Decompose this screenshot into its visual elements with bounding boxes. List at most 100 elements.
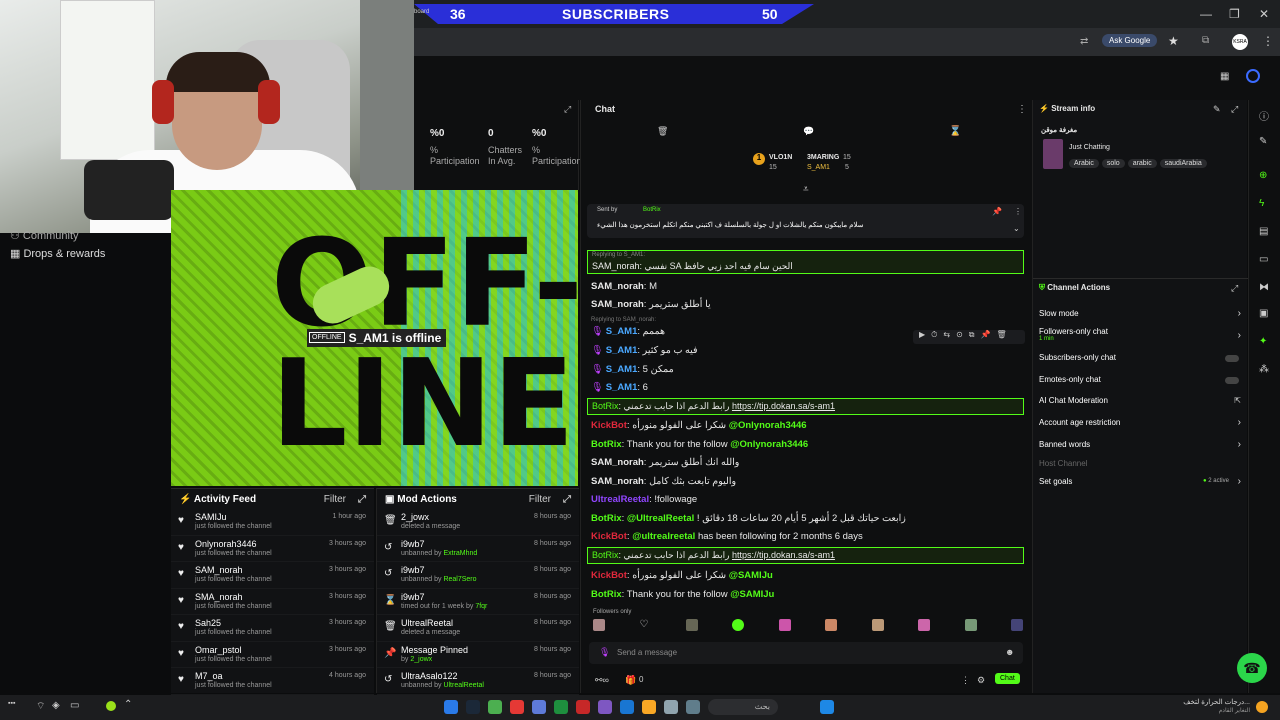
tray-app-icon[interactable] [106, 701, 116, 711]
chat-icon[interactable]: ▭ [1259, 254, 1268, 265]
extensions-icon[interactable]: ⧉ [1202, 35, 1209, 46]
expand-icon[interactable]: ⤢ [564, 104, 571, 115]
emoji-icon[interactable]: ☻ [1005, 647, 1014, 657]
battery-icon[interactable]: ▭ [70, 700, 79, 711]
expand-icon[interactable]: ⤢ [358, 494, 366, 505]
category-name[interactable]: Just Chatting [1069, 144, 1110, 151]
volume-icon[interactable]: ◈ [52, 700, 60, 711]
mod-filter-button[interactable]: Filter [529, 494, 551, 505]
mod-name[interactable]: i9wb7 [401, 539, 425, 549]
category-thumbnail[interactable] [1043, 139, 1063, 169]
chevron-down-icon[interactable]: ⌄ [1013, 224, 1020, 233]
nav-community[interactable]: ⚇ Community [10, 229, 79, 242]
emote-icon[interactable] [871, 619, 884, 631]
tip-link[interactable]: https://tip.dokan.sa/s-am1 [732, 401, 835, 411]
activity-name[interactable]: Sah25 [195, 618, 221, 628]
expand-icon[interactable]: ⤢ [563, 494, 571, 505]
document-icon[interactable]: ▤ [1259, 226, 1268, 237]
infinity-icon[interactable]: ⚯∞ [595, 675, 609, 686]
message-input[interactable]: 🎙 Send a message ☻ [589, 642, 1023, 664]
app-icon[interactable] [598, 700, 612, 714]
status-icon[interactable] [1246, 69, 1260, 83]
app-icon[interactable] [576, 700, 590, 714]
mod-name[interactable]: UltraAsalo122 [401, 671, 458, 681]
activity-name[interactable]: Omar_pstol [195, 645, 242, 655]
mod-name[interactable]: UltrealReetal [401, 618, 453, 628]
browser-menu-icon[interactable]: ⋮ [1262, 34, 1274, 48]
tag[interactable]: solo [1101, 159, 1125, 168]
emote-icon[interactable] [685, 619, 698, 631]
external-link-icon[interactable]: ⇱ [1234, 396, 1241, 405]
chat-bubble-icon[interactable]: 💬 [803, 126, 814, 137]
slow-mode-label[interactable]: Slow mode [1039, 309, 1079, 318]
gear-icon[interactable]: ⚙ [977, 675, 985, 686]
profile-avatar[interactable]: KSRA [1232, 34, 1248, 50]
bookmark-star-icon[interactable]: ★ [1168, 34, 1179, 48]
steam-icon[interactable] [466, 700, 480, 714]
mod-name[interactable]: Message Pinned [401, 645, 468, 655]
chrome-icon[interactable] [444, 700, 458, 714]
chevron-right-icon[interactable]: › [1238, 476, 1241, 487]
account-age-label[interactable]: Account age restriction [1039, 418, 1120, 427]
wrench-icon[interactable]: ✦ [1259, 336, 1267, 347]
expand-icon[interactable]: ⤢ [1231, 283, 1238, 294]
activity-name[interactable]: Onlynorah3446 [195, 539, 257, 549]
mod-name[interactable]: i9wb7 [401, 592, 425, 602]
keyboard-icon[interactable]: ▦ [1220, 71, 1229, 82]
weather-news[interactable]: درجات الحرارة لتخف... [1180, 698, 1250, 706]
activity-name[interactable]: SMA_norah [195, 592, 243, 602]
chevron-right-icon[interactable]: › [1238, 439, 1241, 450]
subscribers-only-toggle[interactable] [1225, 355, 1239, 362]
activity-name[interactable]: M7_oa [195, 671, 223, 681]
clipboard-icon[interactable]: ▣ [1259, 308, 1268, 319]
file-explorer-icon[interactable] [642, 700, 656, 714]
chat-send-button[interactable]: Chat [995, 673, 1020, 684]
emotes-only-toggle[interactable] [1225, 377, 1239, 384]
chevron-up-icon[interactable]: ⌃ [124, 699, 132, 710]
hourglass-icon[interactable]: ⌛ [949, 126, 961, 137]
emote-icon[interactable] [778, 619, 791, 631]
maximize-button[interactable]: ❐ [1229, 7, 1240, 21]
support-chat-icon[interactable]: ☎ [1237, 653, 1267, 683]
chevron-right-icon[interactable]: › [1238, 417, 1241, 428]
emote-icon[interactable] [918, 619, 931, 631]
ai-moderation-label[interactable]: AI Chat Moderation [1039, 396, 1108, 405]
app-icon[interactable] [664, 700, 678, 714]
emote-icon[interactable] [964, 619, 977, 631]
media-icon[interactable]: ⧓ [1259, 282, 1269, 293]
leader-3-name[interactable]: S_AM1 [807, 164, 830, 171]
chevron-right-icon[interactable]: › [1238, 308, 1241, 319]
leader-1-name[interactable]: VLO1N [769, 154, 792, 161]
target-icon[interactable]: ⊕ [1259, 170, 1267, 181]
emote-icon[interactable] [825, 619, 838, 631]
pen-icon[interactable]: ✎ [1259, 136, 1267, 147]
followers-only-chat-label[interactable]: Followers-only chat [1039, 327, 1108, 336]
pin-menu-icon[interactable]: ⋮ [1014, 207, 1022, 216]
start-icon[interactable] [820, 700, 834, 714]
tip-link[interactable]: https://tip.dokan.sa/s-am1 [732, 550, 835, 560]
activity-name[interactable]: SAMIJu [195, 512, 227, 522]
set-goals-label[interactable]: Set goals [1039, 477, 1072, 486]
activity-name[interactable]: SAM_norah [195, 565, 243, 575]
collapse-icon[interactable]: ⩡ [803, 184, 809, 195]
nav-drops[interactable]: ▦ Drops & rewards [10, 247, 105, 260]
mod-name[interactable]: 2_jowx [401, 512, 429, 522]
emote-icon[interactable] [1010, 619, 1023, 631]
tag[interactable]: Arabic [1069, 159, 1099, 168]
lightning-icon[interactable]: ϟ [1259, 198, 1264, 209]
pin-icon[interactable]: 📌 [992, 207, 1002, 216]
more-icon[interactable]: ⋮ [961, 675, 970, 686]
app-icon[interactable] [510, 700, 524, 714]
app-icon[interactable] [532, 700, 546, 714]
excel-icon[interactable] [554, 700, 568, 714]
minimize-button[interactable]: — [1200, 7, 1212, 21]
expand-icon[interactable]: ⤢ [1231, 104, 1238, 115]
message-actions-toolbar[interactable]: ▶⏱⇆⊙⧉📌🗑 [913, 330, 1025, 344]
leader-2-name[interactable]: 3MARING [807, 154, 839, 161]
banned-words-label[interactable]: Banned words [1039, 440, 1090, 449]
emote-icon[interactable] [593, 619, 605, 631]
gift-icon[interactable]: 🎁 [625, 675, 636, 686]
tag[interactable]: arabic [1127, 159, 1157, 168]
pinned-user[interactable]: BotRix [643, 207, 661, 213]
mod-name[interactable]: i9wb7 [401, 565, 425, 575]
